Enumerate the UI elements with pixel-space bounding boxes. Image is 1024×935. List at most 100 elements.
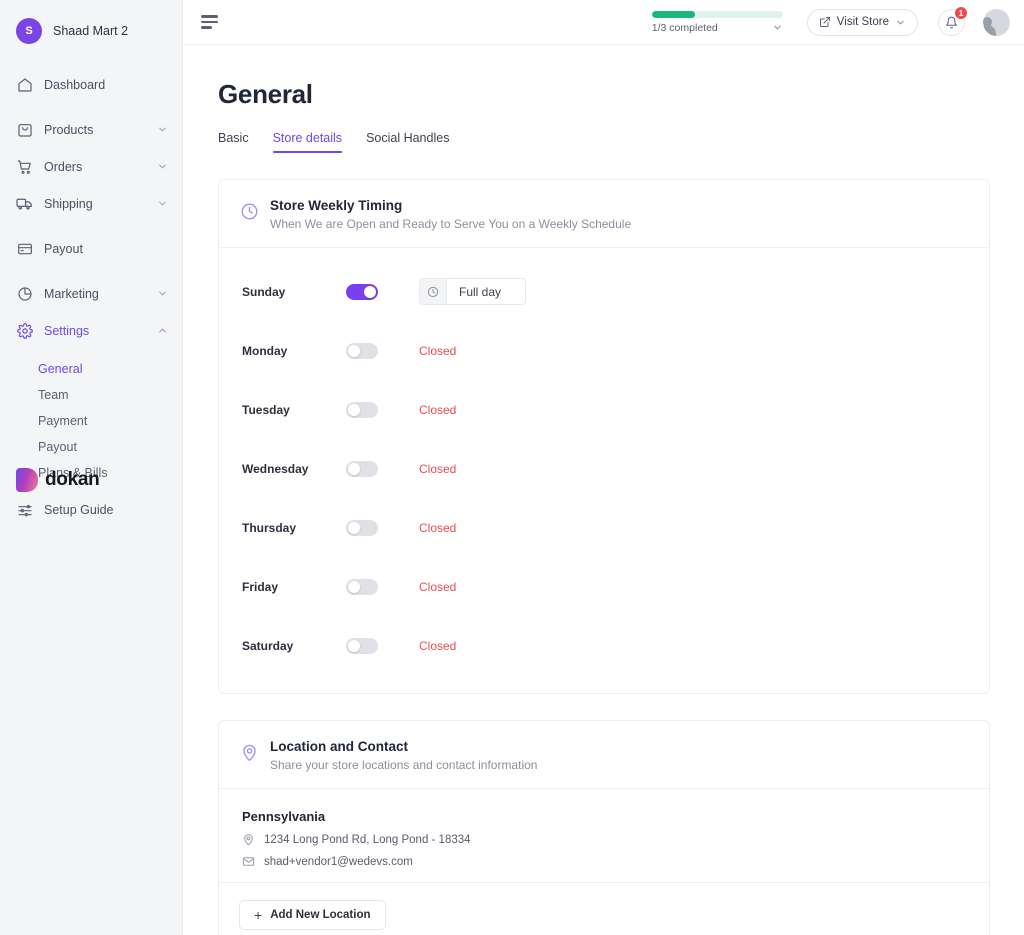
store-avatar: S xyxy=(16,18,42,44)
day-label: Saturday xyxy=(242,638,294,653)
closed-label: Closed xyxy=(419,638,457,653)
day-toggle-saturday[interactable] xyxy=(346,637,378,654)
sidebar-item-label: Settings xyxy=(44,323,90,338)
sidebar-item-dashboard[interactable]: Dashboard xyxy=(0,66,182,103)
chevron-down-icon xyxy=(157,198,168,209)
dokan-logo-text: dokan xyxy=(45,469,100,490)
day-toggle-thursday[interactable] xyxy=(346,519,378,536)
sidebar-subitem-label: Payment xyxy=(38,414,88,428)
page-content: General Basic Store details Social Handl… xyxy=(183,45,1024,935)
tab-social-handles[interactable]: Social Handles xyxy=(366,131,449,153)
card-title: Location and Contact xyxy=(270,739,408,754)
table-row: Tuesday Closed xyxy=(219,380,989,439)
sliders-icon xyxy=(16,501,33,518)
wallet-icon xyxy=(16,240,33,257)
dokan-logo: dokan xyxy=(16,468,100,492)
full-day-field[interactable]: Full day xyxy=(419,278,527,305)
sidebar-nav: Dashboard Products Orders Shipping Payou… xyxy=(0,66,182,528)
clock-icon xyxy=(240,202,259,221)
toggle-knob xyxy=(348,344,360,357)
location-address-row: 1234 Long Pond Rd, Long Pond - 18334 xyxy=(242,833,968,846)
location-footer: + Add New Location xyxy=(219,883,989,935)
sidebar-item-settings[interactable]: Settings xyxy=(0,312,182,349)
table-row: Thursday Closed xyxy=(219,498,989,557)
sidebar-item-label: Products xyxy=(44,122,94,137)
sidebar-item-marketing[interactable]: Marketing xyxy=(0,275,182,312)
card-title: Store Weekly Timing xyxy=(270,198,403,213)
chevron-down-icon xyxy=(157,124,168,135)
card-subtitle: When We are Open and Ready to Serve You … xyxy=(270,217,632,231)
location-and-contact-card: Location and Contact Share your store lo… xyxy=(218,720,990,935)
sidebar-item-label: Marketing xyxy=(44,286,99,301)
day-value: Full day xyxy=(419,278,527,305)
map-pin-icon xyxy=(242,833,255,846)
notifications-button[interactable]: 1 xyxy=(938,5,968,36)
closed-label: Closed xyxy=(419,343,457,358)
day-toggle-friday[interactable] xyxy=(346,578,378,595)
day-toggle-monday[interactable] xyxy=(346,342,378,359)
sidebar-item-label: Dashboard xyxy=(44,77,106,92)
gear-icon xyxy=(16,322,33,339)
visit-store-button[interactable]: Visit Store xyxy=(806,8,918,36)
closed-label: Closed xyxy=(419,461,457,476)
table-row: Friday Closed xyxy=(219,557,989,616)
table-row: Wednesday Closed xyxy=(219,439,989,498)
tab-store-details[interactable]: Store details xyxy=(272,131,343,153)
progress-label: 1/3 completed xyxy=(651,21,718,34)
tab-basic[interactable]: Basic xyxy=(218,131,249,153)
day-toggle-sunday[interactable] xyxy=(346,283,378,300)
sidebar-item-setup-guide[interactable]: Setup Guide xyxy=(0,491,182,528)
card-header-text: Store Weekly Timing When We are Open and… xyxy=(270,198,631,231)
sidebar-item-label: Payout xyxy=(44,241,83,256)
sidebar-subitem-label: General xyxy=(38,362,83,376)
day-value: Closed xyxy=(419,580,456,594)
hamburger-icon[interactable] xyxy=(201,12,221,32)
sidebar-item-products[interactable]: Products xyxy=(0,111,182,148)
sidebar-item-orders[interactable]: Orders xyxy=(0,148,182,185)
day-value: Closed xyxy=(419,521,456,535)
external-link-icon xyxy=(819,16,831,28)
sidebar-subitem-label: Payout xyxy=(38,440,77,454)
map-pin-icon xyxy=(240,743,259,762)
day-toggle-wednesday[interactable] xyxy=(346,460,378,477)
pie-chart-icon xyxy=(16,285,33,302)
location-email-row: shad+vendor1@wedevs.com xyxy=(242,855,968,868)
table-row: Monday Closed xyxy=(219,321,989,380)
home-icon xyxy=(16,76,33,93)
day-value: Closed xyxy=(419,403,456,417)
closed-label: Closed xyxy=(419,402,457,417)
sidebar-item-label: Shipping xyxy=(44,196,93,211)
store-name: Shaad Mart 2 xyxy=(53,24,129,38)
sidebar-item-payment[interactable]: Payment xyxy=(0,408,182,434)
cart-icon xyxy=(16,158,33,175)
day-value: Closed xyxy=(419,639,456,653)
onboarding-progress[interactable]: 1/3 completed xyxy=(651,10,783,34)
chevron-down-icon[interactable] xyxy=(772,22,783,33)
day-toggle-tuesday[interactable] xyxy=(346,401,378,418)
sidebar-item-settings-payout[interactable]: Payout xyxy=(0,434,182,460)
user-avatar[interactable] xyxy=(983,8,1010,36)
sidebar-item-general[interactable]: General xyxy=(0,356,182,382)
toggle-knob xyxy=(348,639,360,652)
sidebar-item-label: Setup Guide xyxy=(44,502,114,517)
closed-label: Closed xyxy=(419,579,457,594)
avatar-body xyxy=(983,24,996,36)
toggle-knob xyxy=(348,580,360,593)
day-label: Wednesday xyxy=(242,461,309,476)
add-new-location-button[interactable]: + Add New Location xyxy=(239,900,386,930)
sidebar-item-payout[interactable]: Payout xyxy=(0,230,182,267)
store-brand[interactable]: S Shaad Mart 2 xyxy=(0,0,182,46)
card-header: Store Weekly Timing When We are Open and… xyxy=(219,180,989,248)
location-entry: Pennsylvania 1234 Long Pond Rd, Long Pon… xyxy=(219,789,989,883)
sidebar-item-shipping[interactable]: Shipping xyxy=(0,185,182,222)
main-area: 1/3 completed Visit Store 1 General Basi… xyxy=(183,0,1024,935)
progress-bottom-row: 1/3 completed xyxy=(652,22,783,34)
full-day-value: Full day xyxy=(459,284,502,299)
chevron-down-icon xyxy=(157,288,168,299)
sidebar-item-team[interactable]: Team xyxy=(0,382,182,408)
toggle-knob xyxy=(348,403,360,416)
